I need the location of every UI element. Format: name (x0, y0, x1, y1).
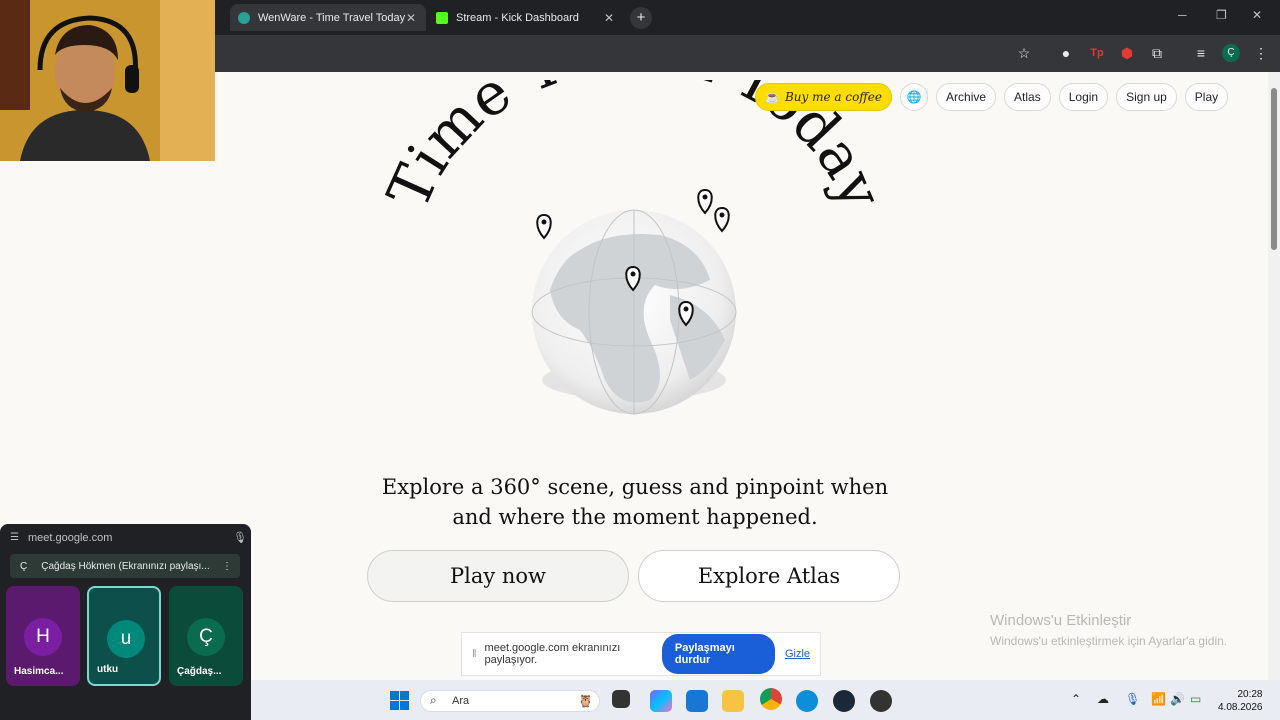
participant-tile-active-speaker[interactable]: u utku (87, 586, 161, 686)
site-nav: ☕ Buy me a coffee 🌐 Archive Atlas Login … (755, 83, 1229, 111)
drag-handle-icon[interactable]: ‖ (472, 648, 477, 660)
close-tab-icon[interactable]: ✕ (604, 11, 614, 25)
avatar: Ç (187, 618, 225, 656)
buy-me-a-coffee-button[interactable]: ☕ Buy me a coffee (755, 83, 893, 111)
language-globe-button[interactable]: 🌐 (900, 83, 929, 111)
taskbar-clock[interactable]: 20:28 4.08.2026 (1218, 688, 1263, 714)
media-controls-icon[interactable]: ≡ (1192, 44, 1210, 62)
volume-icon[interactable]: 🔊 (1170, 692, 1185, 706)
participant-tile[interactable]: Ç Çağdaş... (169, 586, 243, 686)
more-options-icon[interactable]: ⋮ (222, 561, 232, 572)
stop-sharing-button[interactable]: Paylaşmayı durdur (661, 634, 775, 674)
coffee-cup-icon: ☕ (765, 90, 780, 104)
avatar: H (24, 618, 62, 656)
explore-atlas-button[interactable]: Explore Atlas (638, 550, 900, 602)
meet-settings-icon[interactable]: ☰ (10, 532, 19, 543)
extension-shield-icon[interactable]: ⬢ (1118, 44, 1136, 62)
webcam-overlay (0, 0, 215, 161)
screen-share-bar: ‖ meet.google.com ekranınızı paylaşıyor.… (461, 632, 821, 676)
presenter-label: Çağdaş Hökmen (Ekranınızı paylaşı... (41, 560, 210, 572)
tray-overflow-chevron-icon[interactable]: ⌃ (1071, 692, 1081, 706)
nav-archive-link[interactable]: Archive (936, 83, 997, 111)
search-icon: ⌕ (430, 693, 437, 707)
tab-title: Stream - Kick Dashboard (456, 11, 579, 24)
hero-graphic: Time Travel Today (380, 80, 890, 415)
task-view-icon[interactable] (612, 690, 630, 708)
coffee-label: Buy me a coffee (784, 90, 883, 104)
nav-signup-link[interactable]: Sign up (1116, 83, 1177, 111)
meet-pip-window: ☰ meet.google.com 🎙 Ç Çağdaş Hökmen (Ekr… (0, 524, 251, 720)
hide-share-bar-link[interactable]: Gizle (785, 648, 810, 660)
windows-activation-watermark: Windows'u Etkinleştir Windows'u etkinleş… (990, 612, 1227, 648)
activation-title: Windows'u Etkinleştir (990, 612, 1132, 629)
copilot-icon[interactable] (650, 690, 672, 712)
participant-tile[interactable]: H Hasimca... (6, 586, 80, 686)
tab-title: WenWare - Time Travel Today (258, 11, 406, 24)
tray-cloud-icon[interactable]: ☁ (1097, 692, 1109, 706)
extensions-puzzle-icon[interactable]: ⧉ (1148, 44, 1166, 62)
tagline-line-1: Explore a 360° scene, guess and pinpoint… (381, 475, 889, 499)
browser-menu-icon[interactable]: ⋮ (1252, 44, 1270, 62)
map-pin-icon (714, 206, 730, 233)
share-message: meet.google.com ekranınızı paylaşıyor. (484, 642, 621, 666)
bookmark-star-icon[interactable]: ☆ (1015, 44, 1033, 62)
tab-kick-dashboard[interactable]: Stream - Kick Dashboard ✕ (428, 4, 624, 31)
windows-start-icon[interactable] (390, 691, 409, 710)
extension-tp-icon[interactable]: Tp (1088, 44, 1106, 62)
tagline-line-2: and where the moment happened. (452, 505, 818, 529)
new-tab-button[interactable]: + (630, 7, 652, 29)
obs-icon[interactable] (870, 690, 892, 712)
participant-name: Çağdaş... (177, 666, 222, 677)
close-tab-icon[interactable]: ✕ (406, 11, 416, 25)
microphone-icon[interactable]: 🎙 (233, 531, 247, 544)
window-close-icon[interactable]: ✕ (1252, 8, 1262, 22)
hero-tagline: Explore a 360° scene, guess and pinpoint… (320, 472, 950, 532)
presenter-initial: Ç (20, 560, 28, 572)
taskbar-search-box[interactable]: ⌕ Ara 🦉 (420, 690, 600, 712)
wenware-favicon-icon (238, 11, 250, 24)
nav-play-link[interactable]: Play (1184, 83, 1229, 111)
clock-time: 20:28 (1237, 689, 1263, 700)
participant-name: Hasimca... (14, 666, 64, 677)
map-pin-icon (536, 213, 552, 240)
map-pin-icon (697, 188, 713, 215)
meet-url: meet.google.com (28, 532, 113, 544)
minimize-icon[interactable]: ─ (1178, 8, 1187, 22)
nav-atlas-link[interactable]: Atlas (1004, 83, 1051, 111)
chrome-icon[interactable] (760, 688, 782, 710)
participant-name: utku (97, 664, 119, 675)
webcam-person-image (0, 0, 215, 161)
play-now-button[interactable]: Play now (367, 550, 629, 602)
search-highlight-owl-icon: 🦉 (578, 694, 593, 708)
nav-login-link[interactable]: Login (1058, 83, 1109, 111)
grammarly-icon[interactable]: ● (1057, 44, 1075, 62)
steam-icon[interactable] (833, 690, 855, 712)
search-label: Ara (452, 695, 470, 707)
avatar: u (107, 620, 145, 658)
globe-icon: 🌐 (906, 90, 922, 104)
tab-wenware[interactable]: WenWare - Time Travel Today ✕ (230, 4, 426, 31)
clock-date: 4.08.2026 (1218, 702, 1263, 713)
wifi-icon[interactable]: 📶 (1151, 692, 1166, 706)
scrollbar-thumb[interactable] (1271, 88, 1277, 250)
profile-avatar[interactable]: Ç (1222, 44, 1240, 62)
presenter-bar: Ç Çağdaş Hökmen (Ekranınızı paylaşı... ⋮ (10, 554, 240, 578)
tray-microphone-icon[interactable]: 🎙 (1125, 692, 1140, 706)
battery-icon[interactable]: ▭ (1190, 692, 1201, 706)
outlook-icon[interactable] (686, 690, 708, 712)
kick-favicon-icon (436, 11, 448, 24)
edge-icon[interactable] (796, 690, 818, 712)
file-explorer-icon[interactable] (722, 690, 744, 712)
activation-subtitle: Windows'u etkinleştirmek için Ayarlar'a … (990, 634, 1228, 648)
restore-icon[interactable]: ❐ (1216, 8, 1227, 22)
